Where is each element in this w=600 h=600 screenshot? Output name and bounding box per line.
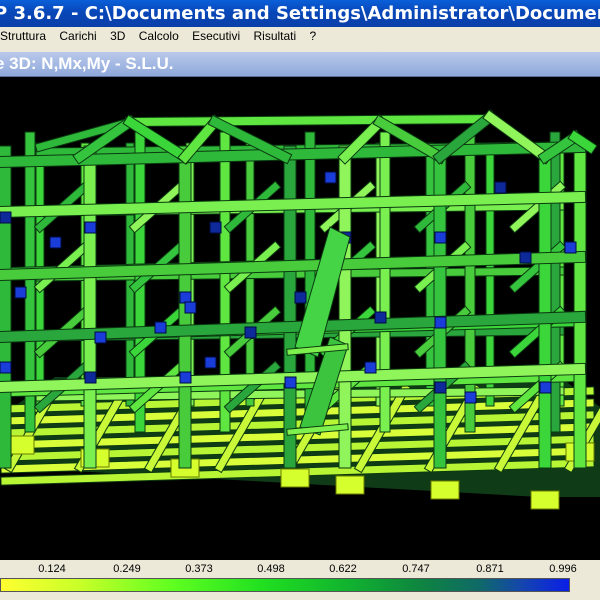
joint [494, 181, 507, 194]
joint [294, 291, 307, 304]
menu-struttura[interactable]: Struttura [0, 27, 51, 45]
joint [364, 361, 377, 374]
legend-tick: 0.622 [329, 563, 357, 575]
joint [434, 316, 447, 329]
view-window-title-bar[interactable]: e 3D: N,Mx,My - S.L.U. [0, 52, 600, 77]
joint [94, 331, 107, 344]
joint [179, 291, 192, 304]
legend-tick: 0.871 [476, 563, 504, 575]
footing [430, 480, 460, 500]
joint [374, 311, 387, 324]
view-window-title: e 3D: N,Mx,My - S.L.U. [0, 54, 174, 73]
legend-tick: 0.373 [185, 563, 213, 575]
legend-tick: 0.747 [402, 563, 430, 575]
joint [434, 381, 447, 394]
joint [14, 286, 27, 299]
joint [564, 241, 577, 254]
footing [280, 468, 310, 488]
joint [204, 356, 217, 369]
structure-3d-model [0, 109, 600, 510]
legend-tick: 0.249 [113, 563, 141, 575]
joint [244, 326, 257, 339]
menu-3d[interactable]: 3D [105, 27, 130, 45]
menu-risultati[interactable]: Risultati [249, 27, 302, 45]
app-title-bar[interactable]: P 3.6.7 - C:\Documents and Settings\Admi… [0, 0, 600, 27]
joint [184, 301, 197, 314]
footing [530, 490, 560, 510]
joint [154, 321, 167, 334]
joint [434, 231, 447, 244]
menu-help[interactable]: ? [305, 27, 322, 45]
menu-esecutivi[interactable]: Esecutivi [187, 27, 245, 45]
legend-tick: 0.498 [257, 563, 285, 575]
joint [84, 221, 97, 234]
toolbar-gap [0, 45, 600, 52]
3d-viewport[interactable] [0, 77, 600, 570]
menu-bar: Struttura Carichi 3D Calcolo Esecutivi R… [0, 27, 600, 45]
joint [284, 376, 297, 389]
joint [49, 236, 62, 249]
legend-tick: 0.996 [549, 563, 577, 575]
joint [179, 371, 192, 384]
joint [209, 221, 222, 234]
joint [84, 371, 97, 384]
joint [324, 171, 337, 184]
menu-calcolo[interactable]: Calcolo [134, 27, 184, 45]
menu-carichi[interactable]: Carichi [54, 27, 101, 45]
legend-color-bar [0, 578, 570, 592]
beam [125, 114, 495, 127]
legend-tick: 0.124 [38, 563, 66, 575]
footing [335, 475, 365, 495]
app-title: P 3.6.7 - C:\Documents and Settings\Admi… [0, 3, 600, 24]
joint [0, 211, 12, 224]
joint [464, 391, 477, 404]
joint [539, 381, 552, 394]
joint [0, 361, 12, 374]
legend-tick-labels: 0.124 0.249 0.373 0.498 0.622 0.747 0.87… [0, 563, 600, 577]
joint [519, 251, 532, 264]
